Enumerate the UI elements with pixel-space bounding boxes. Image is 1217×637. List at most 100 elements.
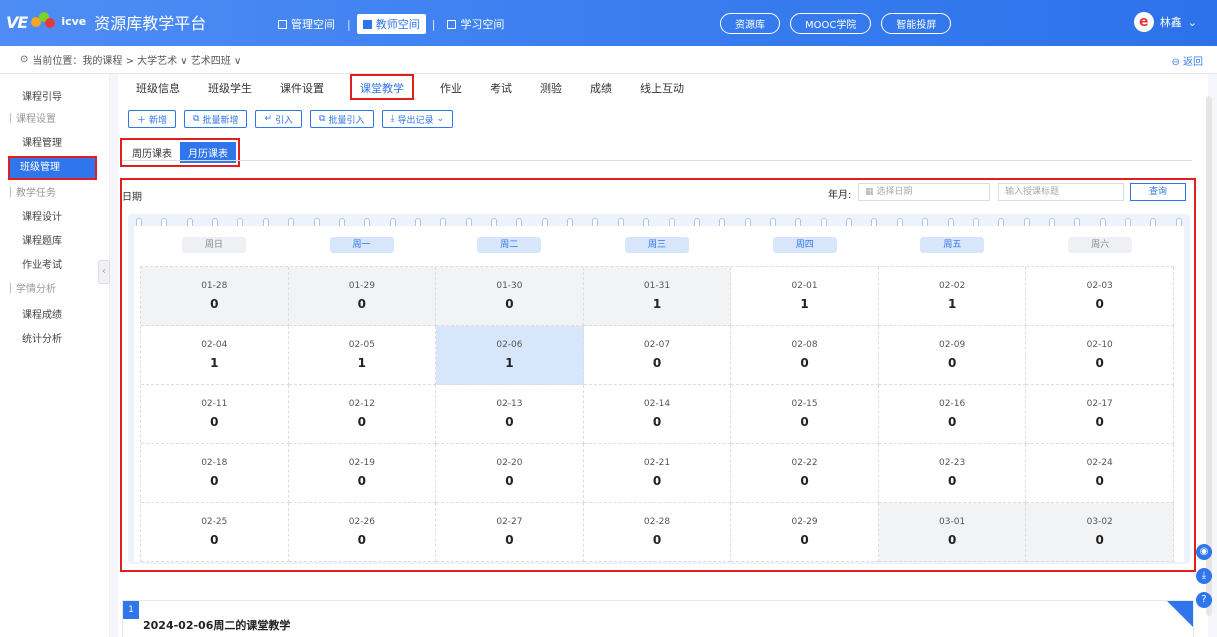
service-icon[interactable]: ◉ (1196, 544, 1212, 560)
sidebar-item-statistics[interactable]: 统计分析 (0, 330, 110, 350)
date-picker-input[interactable]: ▦ 选择日期 (858, 183, 990, 201)
calendar-day-cell[interactable]: 01-30 0 (436, 267, 584, 326)
day-lesson-count: 1 (947, 297, 957, 311)
day-date: 02-25 (201, 517, 228, 527)
day-date: 02-19 (348, 458, 375, 468)
download-icon[interactable]: ⤓ (1196, 568, 1212, 584)
sidebar-item-class-manage[interactable]: 班级管理 (8, 156, 97, 180)
calendar-day-cell[interactable]: 02-11 0 (141, 385, 289, 444)
calendar-day-cell[interactable]: 01-31 1 (583, 267, 732, 326)
sidebar-item-course-guide[interactable]: 课程引导 (0, 88, 110, 108)
tab-courseware[interactable]: 课件设置 (280, 74, 324, 98)
calendar-day-cell[interactable]: 02-12 0 (288, 385, 437, 444)
tab-grades[interactable]: 成绩 (590, 74, 612, 98)
day-date: 01-31 (643, 281, 671, 291)
calendar-day-cell[interactable]: 02-23 0 (878, 444, 1027, 503)
calendar-body: 周日 周一 周二 周三 周四 周五 周六 01-28 0 01-29 0 01-30 0 0… (134, 226, 1184, 562)
breadcrumb-text: 当前位置：我的课程 > 大学艺术 ∨ 艺术四班 ∨ (32, 56, 242, 67)
tab-class-info[interactable]: 班级信息 (136, 74, 180, 98)
calendar-day-cell[interactable]: 02-19 0 (288, 444, 437, 503)
calendar-day-cell[interactable]: 02-13 0 (436, 385, 584, 444)
tab-classroom-teaching[interactable]: 课堂教学 (350, 74, 414, 100)
calendar-day-cell[interactable]: 02-16 0 (878, 385, 1027, 444)
day-date: 02-21 (643, 458, 671, 468)
smart-cast-button[interactable]: 智能投屏 (881, 13, 952, 34)
calendar-day-cell[interactable]: 02-06 1 (436, 326, 584, 385)
batch-add-button[interactable]: ⧉ 批量新增 (184, 110, 248, 128)
sidebar-item-course-manage[interactable]: 课程管理 (0, 134, 110, 154)
calendar-day-cell[interactable]: 02-18 0 (141, 444, 289, 503)
calendar-day-cell[interactable]: 02-02 1 (878, 267, 1027, 326)
calendar-day-cell[interactable]: 02-07 0 (583, 326, 732, 385)
sidebar-item-homework-exam[interactable]: 作业考试 (0, 256, 110, 276)
lesson-card[interactable]: 1 2024-02-06周二的课堂教学 (122, 600, 1194, 637)
resource-library-button[interactable]: 资源库 (720, 13, 780, 34)
help-icon[interactable]: ? (1196, 592, 1212, 608)
day-lesson-count: 0 (210, 297, 219, 311)
calendar-day-cell[interactable]: 03-02 0 (1026, 503, 1174, 562)
calendar-day-cell[interactable]: 02-09 0 (878, 326, 1027, 385)
day-lesson-count: 0 (1095, 474, 1104, 488)
lesson-title-search-input[interactable]: 输入授课标题 (998, 183, 1124, 201)
day-lesson-count: 1 (652, 297, 662, 311)
calendar-icon: ▦ (865, 187, 877, 197)
tab-homework[interactable]: 作业 (440, 74, 462, 98)
calendar-day-cell[interactable]: 02-28 0 (583, 503, 732, 562)
calendar-day-cell[interactable]: 03-01 0 (878, 503, 1027, 562)
page-scrollbar[interactable] (1206, 96, 1212, 616)
brand-logo[interactable]: VE icve 资源库教学平台 (6, 10, 206, 34)
calendar-day-cell[interactable]: 02-22 0 (731, 444, 879, 503)
user-menu[interactable]: e 林鑫 ⌄ (1133, 12, 1197, 32)
main-content: 班级信息 班级学生 课件设置 课堂教学 作业 考试 测验 成绩 线上互动 ＋新增… (118, 74, 1208, 637)
calendar-day-cell[interactable]: 02-29 0 (731, 503, 879, 562)
calendar-day-cell[interactable]: 02-05 1 (288, 326, 437, 385)
calendar-day-cell[interactable]: 02-25 0 (141, 503, 289, 562)
icve-logo: icve (61, 15, 87, 28)
day-date: 02-13 (496, 399, 523, 409)
export-records-button[interactable]: ⤓ 导出记录 ⌄ (381, 110, 454, 128)
sidebar-item-course-grades[interactable]: 课程成绩 (0, 306, 110, 326)
space-study[interactable]: 学习空间 (441, 14, 510, 34)
calendar-day-cell[interactable]: 02-14 0 (583, 385, 732, 444)
day-lesson-count: 0 (357, 297, 367, 311)
mooc-button[interactable]: MOOC学院 (790, 13, 872, 34)
calendar-day-cell[interactable]: 01-29 0 (288, 267, 437, 326)
calendar-day-cell[interactable]: 02-10 0 (1026, 326, 1174, 385)
tab-online-interaction[interactable]: 线上互动 (640, 74, 684, 98)
calendar-day-cell[interactable]: 02-27 0 (436, 503, 584, 562)
tab-exam[interactable]: 考试 (490, 74, 512, 98)
calendar-day-cell[interactable]: 02-04 1 (141, 326, 289, 385)
add-button[interactable]: ＋新增 (128, 110, 177, 128)
calendar-day-cell[interactable]: 02-20 0 (436, 444, 584, 503)
tab-quiz[interactable]: 测验 (540, 74, 562, 98)
space-teacher[interactable]: 教师空间 (356, 14, 426, 34)
calendar-day-cell[interactable]: 02-15 0 (731, 385, 879, 444)
year-month-label: 年月: (828, 190, 852, 201)
calendar-day-cell[interactable]: 01-28 0 (141, 267, 289, 326)
sidebar-item-question-bank[interactable]: 课程题库 (0, 232, 110, 252)
study-icon (447, 19, 457, 29)
manage-icon (278, 19, 287, 29)
batch-import-button[interactable]: ⧉ 批量引入 (310, 110, 374, 128)
calendar-day-cell[interactable]: 02-03 0 (1026, 267, 1174, 326)
divider: | (347, 17, 351, 31)
query-button[interactable]: 查询 (1130, 183, 1186, 201)
import-button[interactable]: ↵ 引入 (255, 110, 303, 128)
weekday-thu: 周四 (731, 226, 879, 264)
weekday-mon: 周一 (288, 226, 436, 264)
copy-icon: ⧉ (319, 114, 326, 124)
calendar-day-cell[interactable]: 02-17 0 (1026, 385, 1174, 444)
day-date: 02-29 (791, 517, 818, 527)
tab-class-students[interactable]: 班级学生 (208, 74, 252, 98)
day-date: 02-27 (496, 517, 523, 527)
sidebar-item-course-design[interactable]: 课程设计 (0, 208, 110, 228)
calendar-day-cell[interactable]: 02-08 0 (731, 326, 879, 385)
collapse-sidebar-button[interactable]: ‹ (98, 260, 110, 284)
calendar-day-cell[interactable]: 02-26 0 (288, 503, 437, 562)
calendar-day-cell[interactable]: 02-24 0 (1026, 444, 1174, 503)
space-manage[interactable]: 管理空间 (272, 14, 341, 34)
calendar-day-cell[interactable]: 02-01 1 (731, 267, 879, 326)
calendar-day-cell[interactable]: 02-21 0 (583, 444, 732, 503)
back-button[interactable]: ⊖ 返回 (1171, 53, 1203, 68)
day-date: 02-22 (791, 458, 818, 468)
